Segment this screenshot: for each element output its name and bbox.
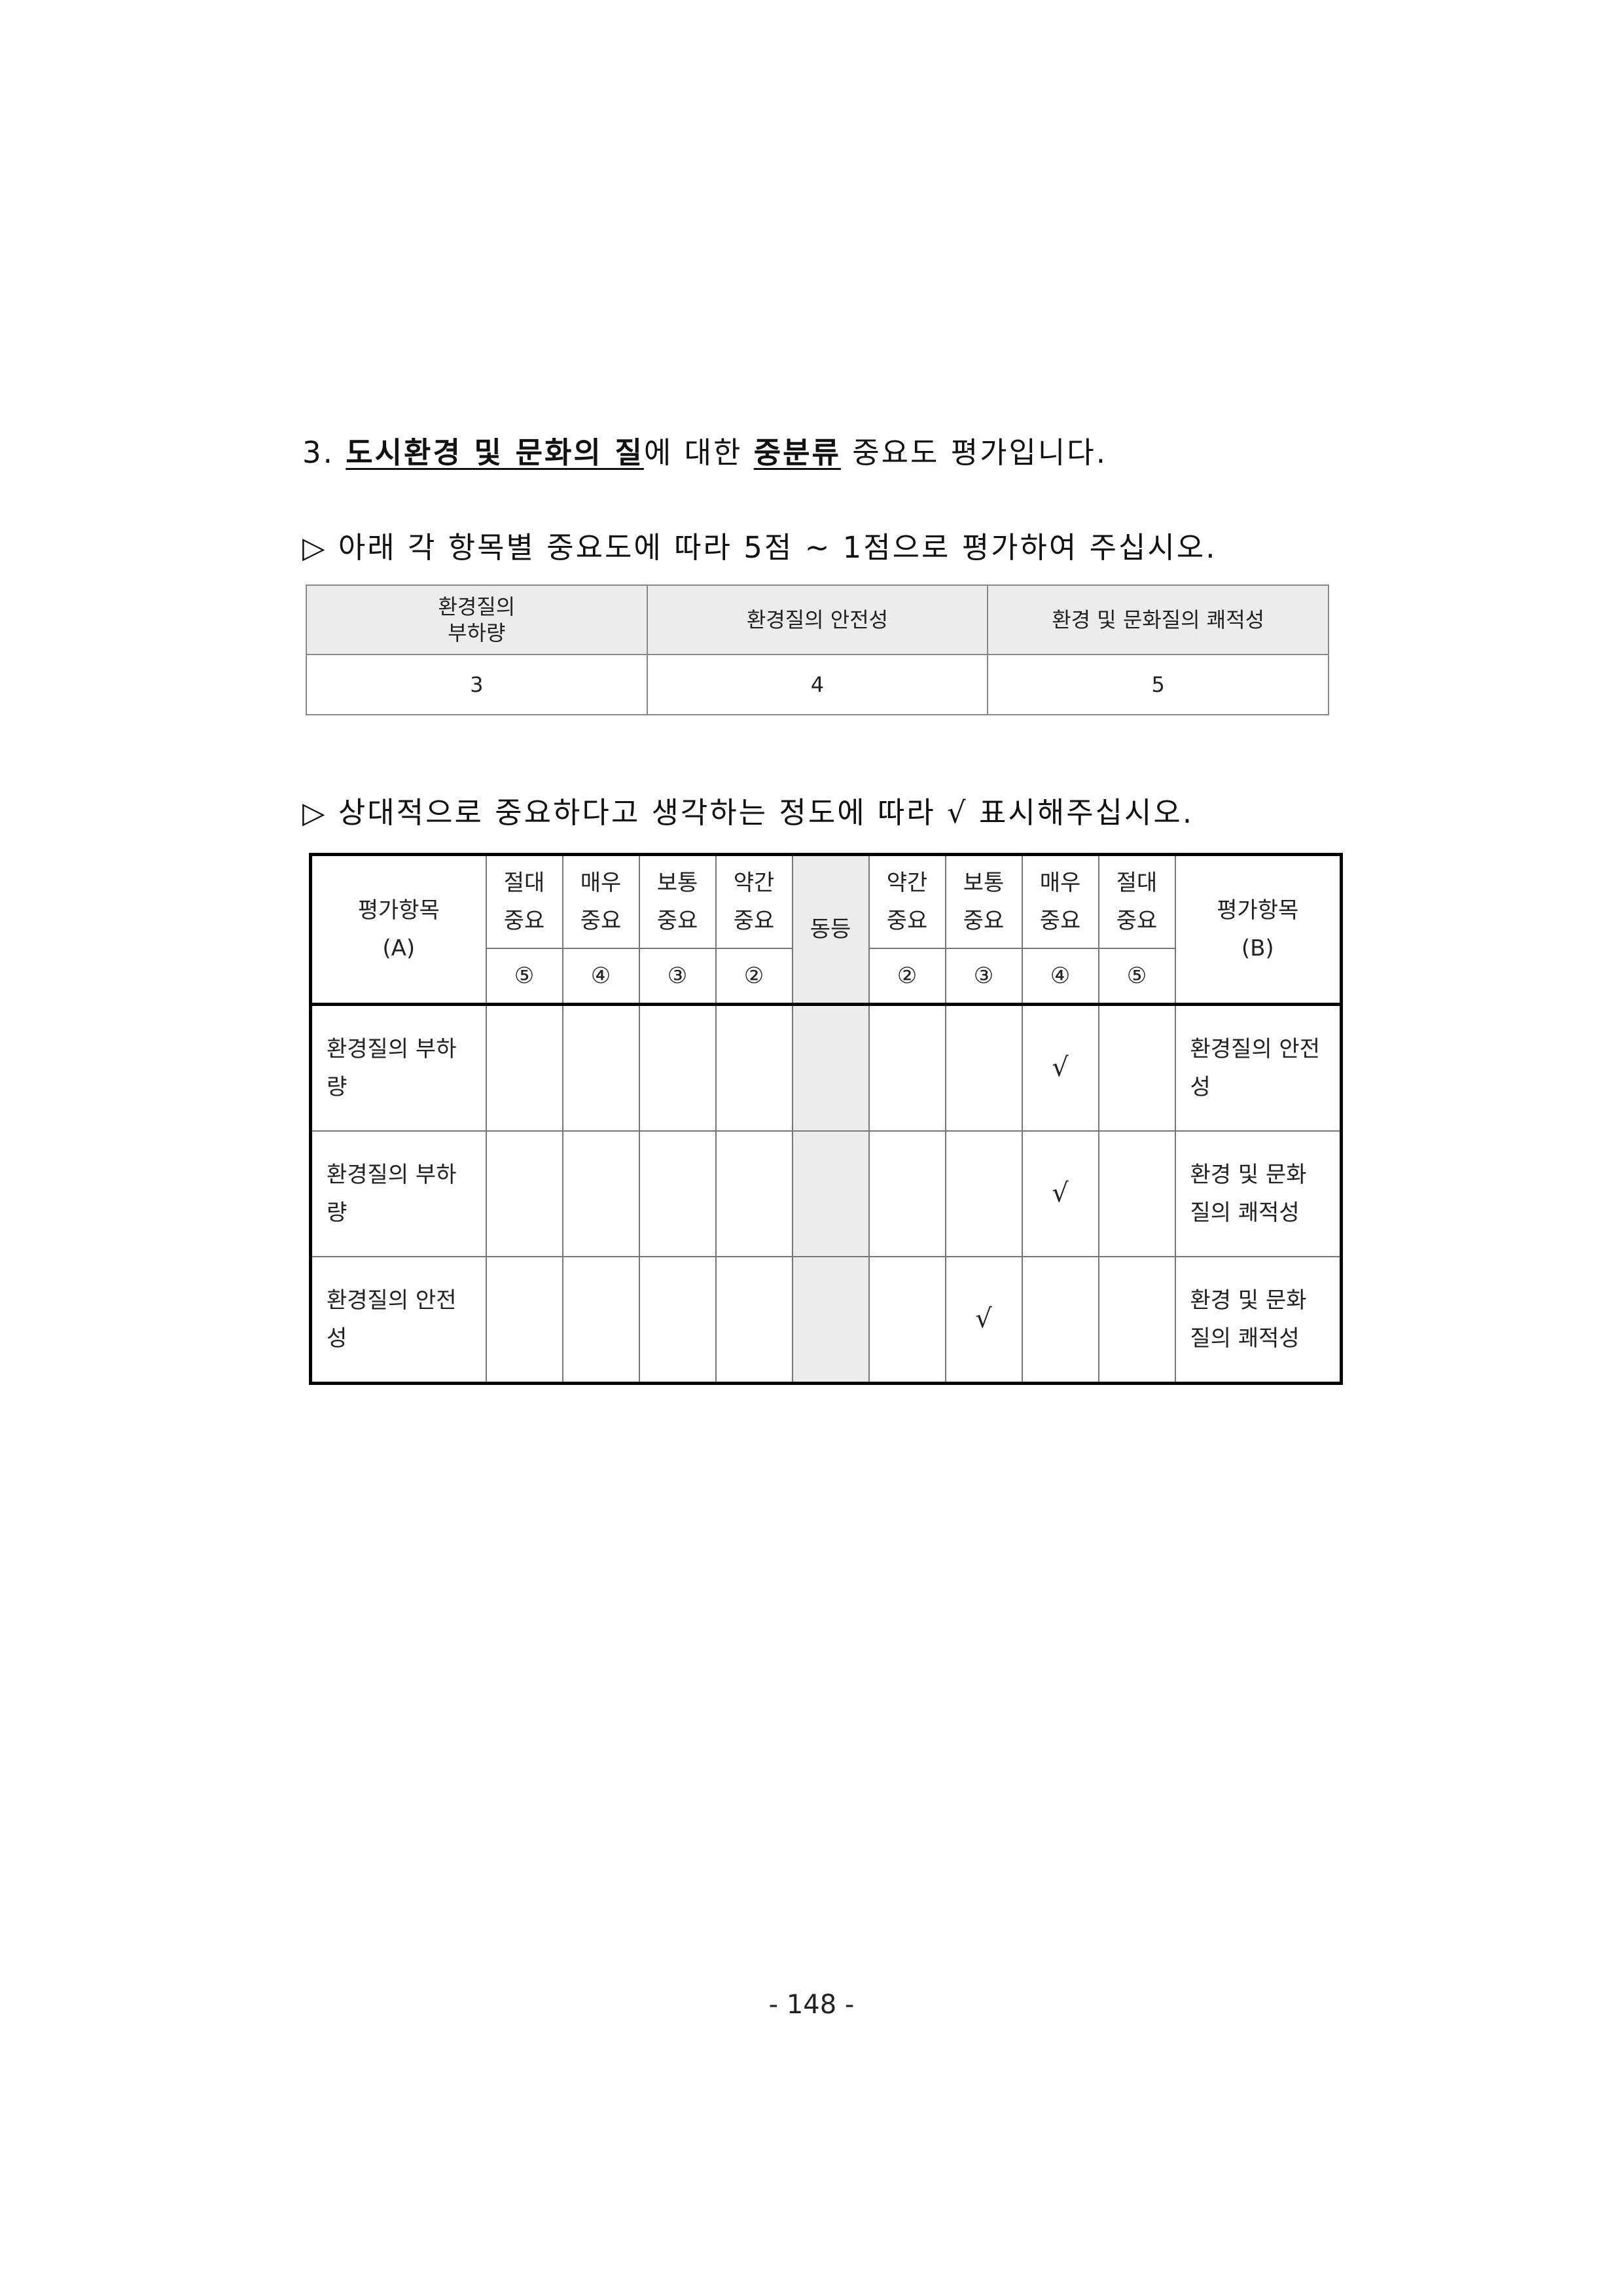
scale-label-cell: 약간 중요 <box>868 853 946 949</box>
scale-number-cell: ② <box>868 948 946 1005</box>
score-header-cell: 환경질의 안전성 <box>646 584 989 655</box>
scale-label-cell: 절대 중요 <box>1097 853 1176 949</box>
score-value-cell[interactable]: 5 <box>987 654 1329 715</box>
rating-cell[interactable] <box>638 1256 717 1384</box>
rating-cell[interactable] <box>868 1256 946 1384</box>
scale-number-cell: ⑤ <box>1097 948 1176 1005</box>
heading-tail: 중요도 평가입니다. <box>852 435 1108 470</box>
rating-cell[interactable] <box>1097 1003 1176 1132</box>
section-heading: 3. 도시환경 및 문화의 질에 대한 중분류 중요도 평가입니다. <box>302 429 1107 471</box>
page-number: - 148 - <box>768 1990 855 2020</box>
rating-cell[interactable] <box>485 1130 563 1257</box>
score-value-cell[interactable]: 3 <box>306 654 648 715</box>
rating-cell[interactable]: √ <box>1021 1130 1099 1257</box>
rating-cell[interactable] <box>638 1003 717 1132</box>
scale-number-cell: ④ <box>562 948 640 1005</box>
rating-cell[interactable] <box>485 1003 563 1132</box>
item-b-cell: 환경 및 문화 질의 쾌적성 <box>1174 1130 1342 1257</box>
rating-cell[interactable] <box>944 1003 1023 1132</box>
comparison-row: 환경질의 부하 량 √ 환경 및 문화 질의 쾌적성 <box>310 1130 1342 1257</box>
rating-cell[interactable] <box>791 1130 870 1257</box>
item-a-cell: 환경질의 부하 량 <box>310 1003 487 1132</box>
rating-cell[interactable] <box>715 1130 793 1257</box>
rating-cell[interactable] <box>1021 1256 1099 1384</box>
rating-cell[interactable] <box>638 1130 717 1257</box>
item-a-cell: 환경질의 안전 성 <box>310 1256 487 1384</box>
scale-number-cell: ⑤ <box>485 948 563 1005</box>
rating-cell[interactable] <box>1097 1130 1176 1257</box>
rating-cell[interactable]: √ <box>944 1256 1023 1384</box>
scale-label-cell: 동등 <box>791 853 870 1005</box>
rating-cell[interactable] <box>868 1003 946 1132</box>
comparison-row: 환경질의 부하 량 √ 환경질의 안전 성 <box>310 1003 1342 1132</box>
scale-label-cell: 매우 중요 <box>1021 853 1099 949</box>
item-a-cell: 환경질의 부하 량 <box>310 1130 487 1257</box>
score-value-row: 3 4 5 <box>306 654 1329 715</box>
scale-label-cell: 보통 중요 <box>638 853 717 949</box>
scale-label-cell: 보통 중요 <box>944 853 1023 949</box>
check-mark-icon: √ <box>975 1304 992 1334</box>
rating-cell[interactable] <box>562 1130 640 1257</box>
score-header-cell: 환경질의 부하량 <box>306 584 648 655</box>
instruction-score: ▷ 아래 각 항목별 중요도에 따라 5점 ~ 1점으로 평가하여 주십시오. <box>302 530 1217 565</box>
scale-number-cell: ② <box>715 948 793 1005</box>
scale-label-cell: 절대 중요 <box>485 853 563 949</box>
rating-cell[interactable] <box>791 1003 870 1132</box>
heading-number: 3. <box>302 435 334 470</box>
rating-cell[interactable] <box>715 1003 793 1132</box>
rating-cell[interactable] <box>485 1256 563 1384</box>
scale-label-cell: 약간 중요 <box>715 853 793 949</box>
score-table: 환경질의 부하량 환경질의 안전성 환경 및 문화질의 쾌적성 3 4 5 <box>306 584 1329 715</box>
item-a-header: 평가항목 (A) <box>310 853 487 1005</box>
scale-number-cell: ③ <box>638 948 717 1005</box>
rating-cell[interactable] <box>868 1130 946 1257</box>
score-header-cell: 환경 및 문화질의 쾌적성 <box>987 584 1329 655</box>
rating-cell[interactable] <box>944 1130 1023 1257</box>
scale-label-row: 평가항목 (A) 절대 중요 매우 중요 보통 중요 약간 중요 동등 약간 중요 보통 중… <box>310 853 1342 1005</box>
comparison-table: 평가항목 (A) 절대 중요 매우 중요 보통 중요 약간 중요 동등 약간 중요 보통 중… <box>309 853 1343 1385</box>
score-header-row: 환경질의 부하량 환경질의 안전성 환경 및 문화질의 쾌적성 <box>306 584 1329 655</box>
heading-level: 중분류 <box>753 435 841 470</box>
rating-cell[interactable] <box>562 1003 640 1132</box>
scale-number-cell: ④ <box>1021 948 1099 1005</box>
rating-cell[interactable] <box>1097 1256 1176 1384</box>
comparison-row: 환경질의 안전 성 √ 환경 및 문화 질의 쾌적성 <box>310 1256 1342 1384</box>
scale-label-cell: 매우 중요 <box>562 853 640 949</box>
item-b-cell: 환경 및 문화 질의 쾌적성 <box>1174 1256 1342 1384</box>
rating-cell[interactable]: √ <box>1021 1003 1099 1132</box>
rating-cell[interactable] <box>715 1256 793 1384</box>
rating-cell[interactable] <box>791 1256 870 1384</box>
heading-topic: 도시환경 및 문화의 질 <box>346 435 644 470</box>
check-mark-icon: √ <box>1052 1052 1069 1083</box>
scale-number-cell: ③ <box>944 948 1023 1005</box>
score-value-cell[interactable]: 4 <box>646 654 989 715</box>
instruction-compare: ▷ 상대적으로 중요하다고 생각하는 정도에 따라 √ 표시해주십시오. <box>302 795 1194 830</box>
check-mark-icon: √ <box>1052 1178 1069 1208</box>
rating-cell[interactable] <box>562 1256 640 1384</box>
item-b-cell: 환경질의 안전 성 <box>1174 1003 1342 1132</box>
heading-mid: 에 대한 <box>643 435 743 470</box>
item-b-header: 평가항목 (B) <box>1174 853 1342 1005</box>
